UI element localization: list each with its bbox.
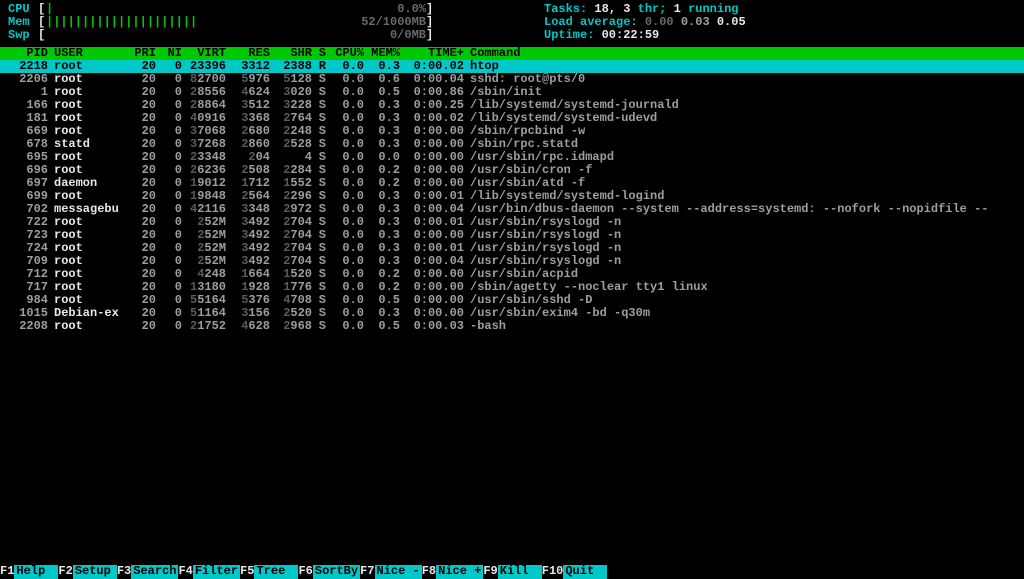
swp-meter: Swp [ 0/0MB ] <box>8 29 434 42</box>
bracket-open: [ <box>38 29 46 42</box>
running-value: 1 <box>674 2 681 16</box>
cell-cmd: /sbin/rpcbind -w <box>464 125 1022 138</box>
cpu-bar: | <box>46 3 361 16</box>
fkey-f1[interactable]: F1Help <box>0 565 58 579</box>
cell-cmd: /sbin/agetty --noclear tty1 linux <box>464 281 1022 294</box>
fkey-f8[interactable]: F8Nice + <box>422 565 484 579</box>
fkey-f4[interactable]: F4Filter <box>178 565 240 579</box>
fkey-label: Search <box>131 565 178 579</box>
cell-cmd: /usr/sbin/rpc.idmapd <box>464 151 1022 164</box>
cell-res: 4628 <box>226 320 270 333</box>
fkey-key: F6 <box>298 565 312 579</box>
cell-cmd: -bash <box>464 320 1022 333</box>
cell-cmd: /usr/sbin/exim4 -bd -q30m <box>464 307 1022 320</box>
hdr-cmd[interactable]: Command <box>464 47 1022 60</box>
cell-cmd: /usr/sbin/rsyslogd -n <box>464 216 1022 229</box>
cell-user: root <box>48 320 126 333</box>
load-2: 0.03 <box>681 15 710 29</box>
cell-cmd: sshd: root@pts/0 <box>464 73 1022 86</box>
fkey-key: F9 <box>483 565 497 579</box>
cell-cmd: /lib/systemd/systemd-journald <box>464 99 1022 112</box>
fkey-key: F10 <box>542 565 564 579</box>
cell-shr: 2968 <box>270 320 312 333</box>
swp-bar <box>46 29 361 42</box>
stats: Tasks: 18, 3 thr; 1 running Load average… <box>434 3 746 42</box>
fkey-f9[interactable]: F9Kill <box>483 565 541 579</box>
cell-cmd: /usr/sbin/sshd -D <box>464 294 1022 307</box>
cell-cmd: /usr/sbin/rsyslogd -n <box>464 229 1022 242</box>
running-suffix: running <box>688 2 738 16</box>
tasks-value: 18, 3 <box>594 2 630 16</box>
fkey-label: Filter <box>193 565 240 579</box>
tasks-suffix: thr; <box>638 2 674 16</box>
bracket-close: ] <box>426 29 434 42</box>
cell-virt: 21752 <box>182 320 226 333</box>
fkey-key: F5 <box>240 565 254 579</box>
tasks-label: Tasks: <box>544 2 594 16</box>
cell-pri: 20 <box>126 320 156 333</box>
uptime-line: Uptime: 00:22:59 <box>544 29 746 42</box>
process-list[interactable]: 2218root2002339633122388R0.00.30:00.02ht… <box>0 60 1024 333</box>
fkey-key: F7 <box>360 565 374 579</box>
swp-label: Swp <box>8 29 38 42</box>
cell-cmd: /sbin/rpc.statd <box>464 138 1022 151</box>
fkey-f6[interactable]: F6SortBy <box>298 565 360 579</box>
fkey-f5[interactable]: F5Tree <box>240 565 298 579</box>
cell-cmd: /sbin/init <box>464 86 1022 99</box>
cell-cmd: /usr/sbin/cron -f <box>464 164 1022 177</box>
fkey-key: F4 <box>178 565 192 579</box>
cell-pid: 2208 <box>8 320 48 333</box>
fkey-label: Help <box>14 565 58 579</box>
fkey-label: Setup <box>73 565 117 579</box>
cell-s: S <box>312 320 326 333</box>
fkey-key: F8 <box>422 565 436 579</box>
cell-cmd: /usr/sbin/atd -f <box>464 177 1022 190</box>
cell-cmd: /usr/bin/dbus-daemon --system --address=… <box>464 203 1022 216</box>
fkey-label: SortBy <box>313 565 360 579</box>
swp-value: 0/0MB <box>361 29 426 42</box>
cell-cmd: /usr/sbin/acpid <box>464 268 1022 281</box>
fkey-key: F1 <box>0 565 14 579</box>
cell-cmd: /usr/sbin/rsyslogd -n <box>464 255 1022 268</box>
meters: CPU [ | 0.0% ] Mem [ |||||||||||||||||||… <box>8 3 434 42</box>
fkey-label: Nice + <box>436 565 483 579</box>
cell-cmd: /lib/systemd/systemd-logind <box>464 190 1022 203</box>
cell-cmd: /usr/sbin/rsyslogd -n <box>464 242 1022 255</box>
cell-time: 0:00.03 <box>400 320 464 333</box>
load-1: 0.00 <box>645 15 674 29</box>
function-key-bar: F1Help F2Setup F3SearchF4FilterF5Tree F6… <box>0 565 1024 579</box>
htop-header: CPU [ | 0.0% ] Mem [ |||||||||||||||||||… <box>0 0 1024 47</box>
mem-meter: Mem [ ||||||||||||||||||||| 52/1000MB ] <box>8 16 434 29</box>
fkey-key: F2 <box>58 565 72 579</box>
cell-mem: 0.5 <box>364 320 400 333</box>
fkey-f2[interactable]: F2Setup <box>58 565 116 579</box>
fkey-f10[interactable]: F10Quit <box>542 565 608 579</box>
uptime-label: Uptime: <box>544 28 602 42</box>
mem-bar: ||||||||||||||||||||| <box>46 16 361 29</box>
load-3: 0.05 <box>717 15 746 29</box>
fkey-f7[interactable]: F7Nice - <box>360 565 422 579</box>
cell-cmd: htop <box>464 60 1022 73</box>
process-row[interactable]: 2208root2002175246282968S0.00.50:00.03-b… <box>0 320 1024 333</box>
fkey-label: Nice - <box>375 565 422 579</box>
fkey-label: Kill <box>498 565 542 579</box>
fkey-label: Quit <box>563 565 607 579</box>
cell-cpu: 0.0 <box>326 320 364 333</box>
uptime-value: 00:22:59 <box>602 28 660 42</box>
cell-ni: 0 <box>156 320 182 333</box>
fkey-f3[interactable]: F3Search <box>117 565 179 579</box>
cell-cmd: /lib/systemd/systemd-udevd <box>464 112 1022 125</box>
fkey-key: F3 <box>117 565 131 579</box>
fkey-label: Tree <box>254 565 298 579</box>
load-label: Load average: <box>544 15 645 29</box>
